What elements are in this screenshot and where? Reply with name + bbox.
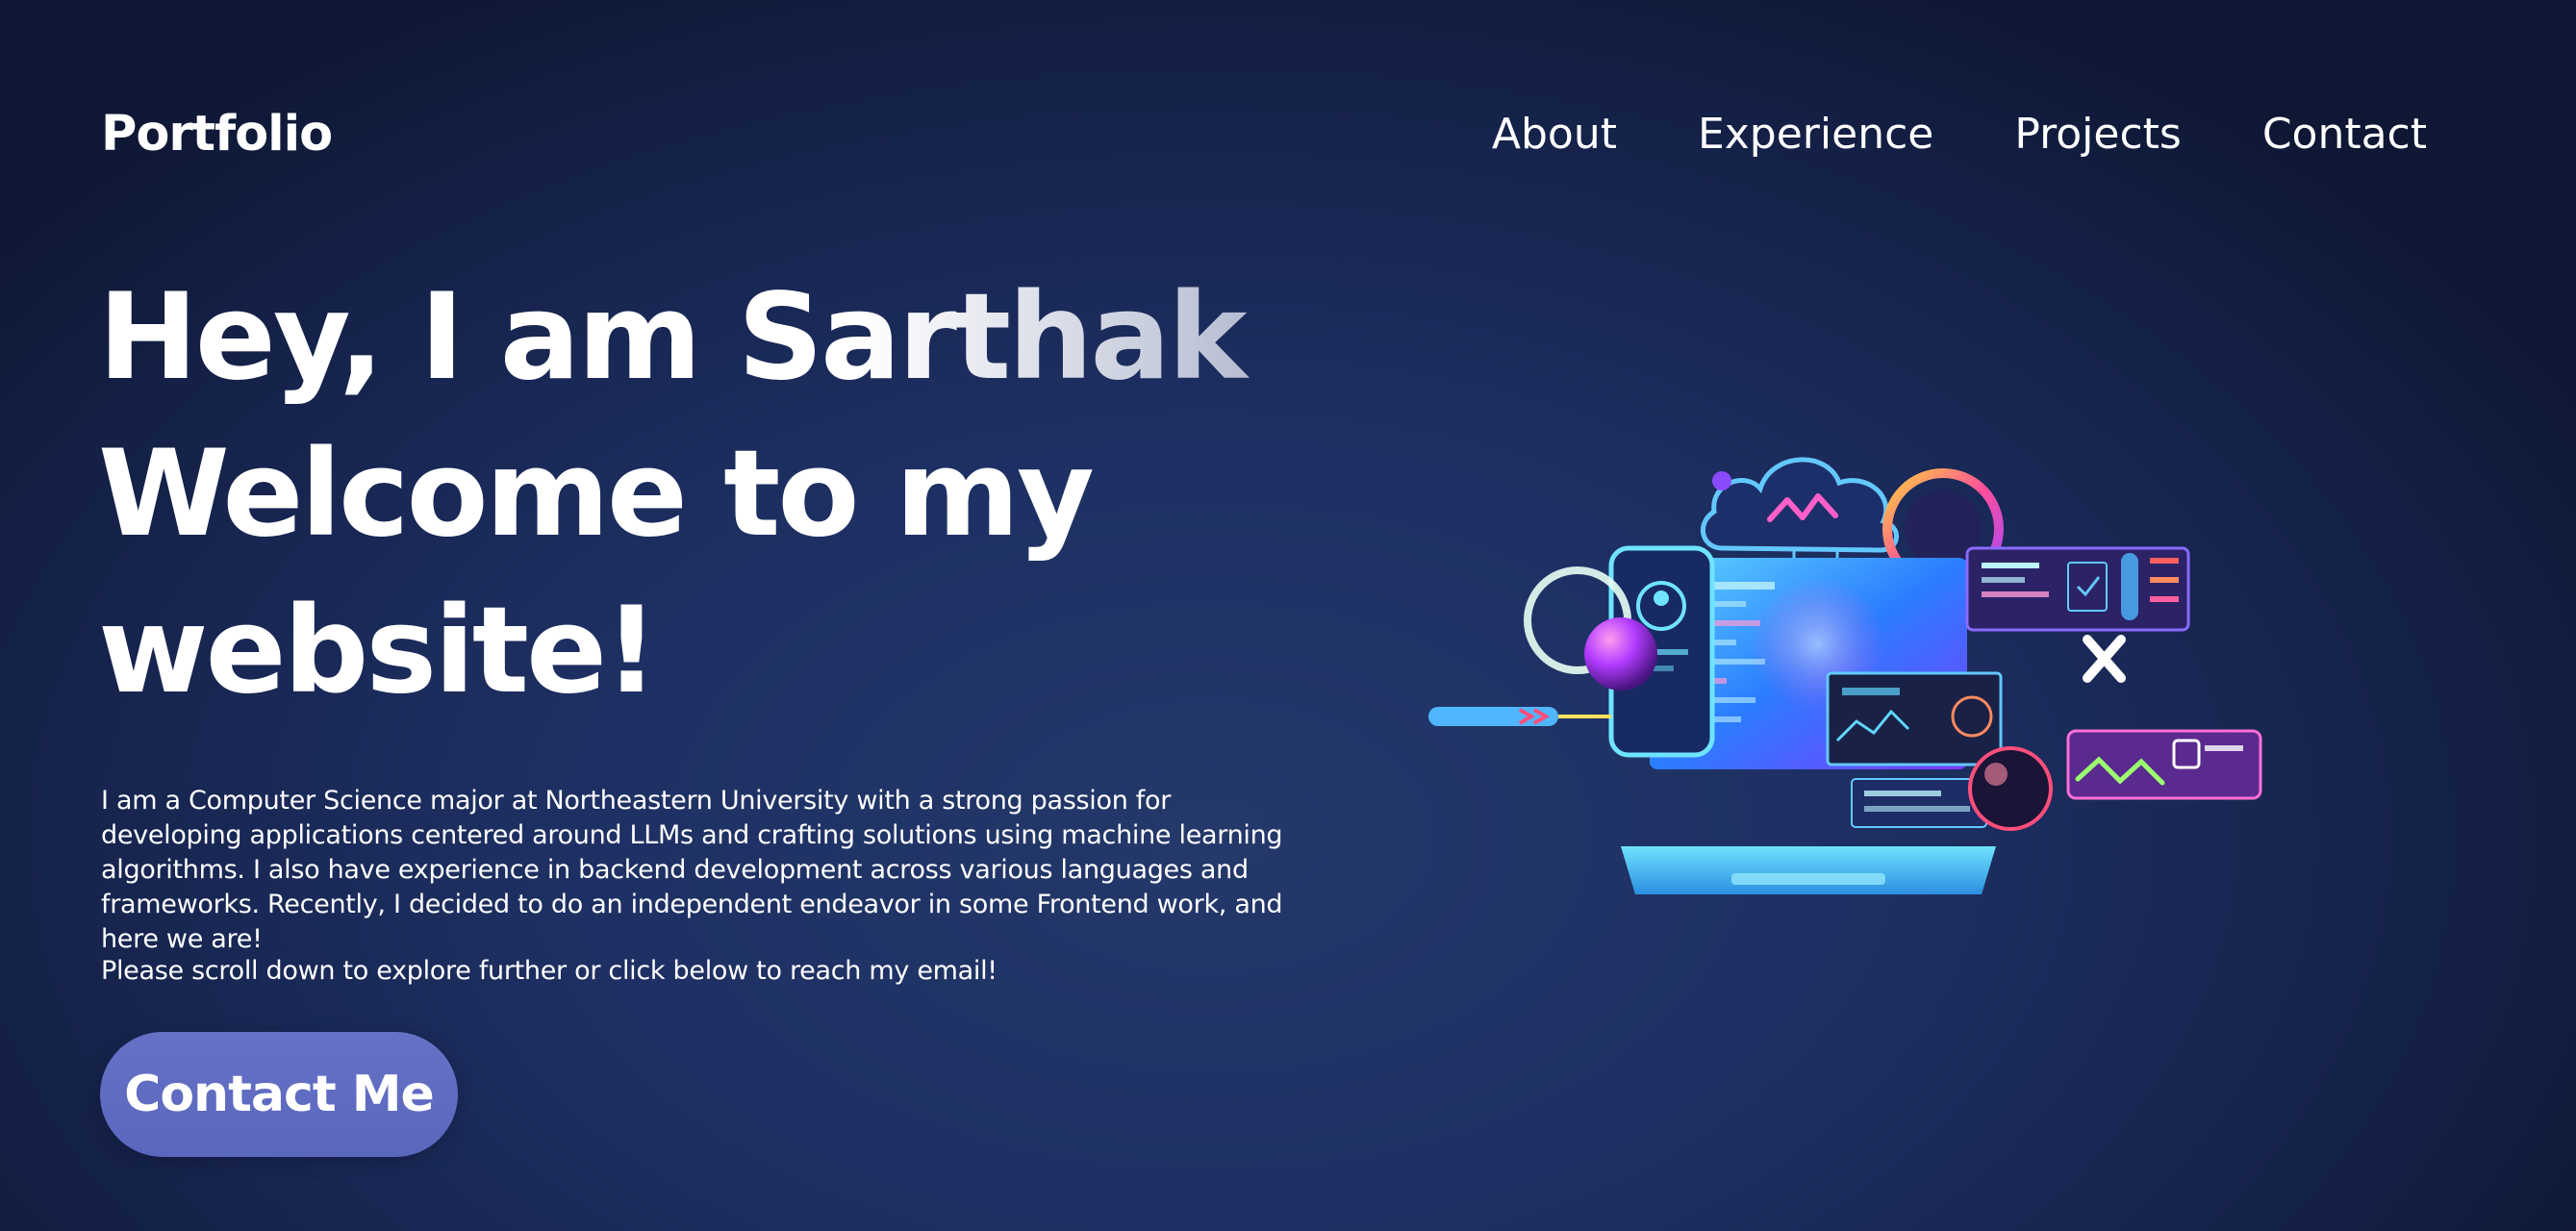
tech-laptop-cloud-illustration [1428, 457, 2262, 894]
nav-link-about[interactable]: About [1492, 106, 1617, 163]
laptop-base [1621, 846, 1996, 894]
hero-title-line-2: Welcome to my [98, 425, 1095, 564]
dashboard-panel [1826, 671, 2003, 766]
close-x-icon [2083, 635, 2126, 683]
dark-sphere-icon [1968, 746, 2053, 831]
hero-title-line-1: Hey, I am Sarthak. [98, 260, 1290, 416]
nav-link-experience[interactable]: Experience [1698, 106, 1933, 163]
intro-paragraph: I am a Computer Science major at Northea… [101, 786, 1283, 954]
cta-text: Please scroll down to explore further or… [101, 956, 998, 986]
progress-bar-icon [1428, 707, 1558, 726]
nav-link-projects[interactable]: Projects [2014, 106, 2181, 163]
hero-title-line-3: website! [98, 582, 659, 720]
nav-link-contact[interactable]: Contact [2262, 106, 2427, 163]
sphere-icon [1584, 617, 1657, 691]
brand-logo[interactable]: Portfolio [101, 104, 333, 165]
nav-links: About Experience Projects Contact [1492, 106, 2427, 163]
contact-me-button[interactable]: Contact Me [100, 1032, 458, 1157]
navbar: Portfolio About Experience Projects Cont… [0, 0, 2576, 269]
hero-title: Hey, I am Sarthak. Welcome to my website… [98, 260, 1290, 730]
